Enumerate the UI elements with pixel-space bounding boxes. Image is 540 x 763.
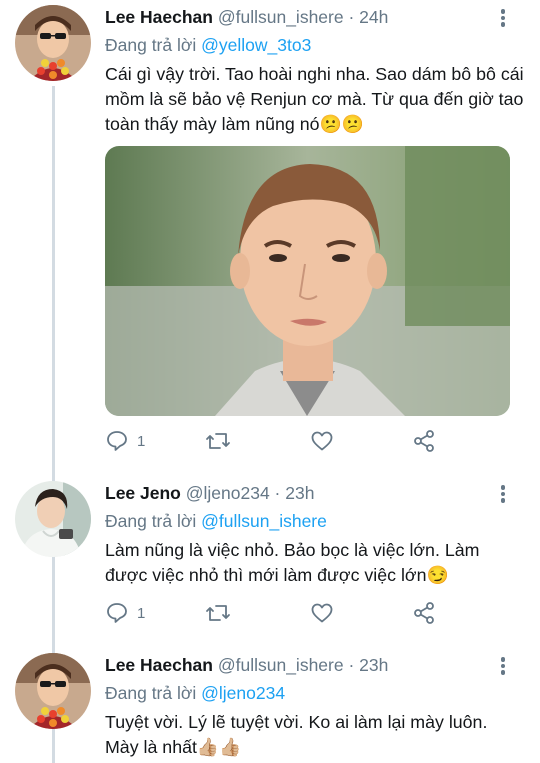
- retweet-icon: [206, 605, 230, 621]
- author-name[interactable]: Lee Haechan: [105, 7, 213, 27]
- separator: ·: [343, 7, 360, 27]
- like-icon: [311, 431, 333, 451]
- reply-to-link[interactable]: @ljeno234: [201, 683, 285, 703]
- tweet-1[interactable]: Lee Haechan @fullsun_ishere · 24h Đang t…: [0, 5, 540, 455]
- reply-count: 1: [137, 432, 146, 450]
- retweet-button[interactable]: [205, 599, 231, 627]
- tweet-header: Lee Haechan @fullsun_ishere · 23h: [105, 653, 388, 677]
- tweet-header: Lee Haechan @fullsun_ishere · 24h: [105, 5, 388, 29]
- reply-to-link[interactable]: @fullsun_ishere: [201, 511, 327, 531]
- like-button[interactable]: [310, 427, 334, 455]
- more-options-icon[interactable]: [500, 485, 506, 503]
- author-handle[interactable]: @ljeno234: [186, 483, 270, 503]
- tweet-header: Lee Jeno @ljeno234 · 23h: [105, 481, 314, 505]
- separator: ·: [269, 483, 286, 503]
- tweet-2[interactable]: Lee Jeno @ljeno234 · 23h Đang trả lời @f…: [0, 481, 540, 631]
- timestamp[interactable]: 23h: [285, 483, 314, 503]
- author-handle[interactable]: @fullsun_ishere: [218, 7, 344, 27]
- more-options-icon[interactable]: [500, 9, 506, 27]
- retweet-icon: [206, 433, 230, 449]
- reply-prefix: Đang trả lời: [105, 683, 197, 703]
- reply-prefix: Đang trả lời: [105, 35, 197, 55]
- replying-to: Đang trả lời @fullsun_ishere: [105, 509, 327, 533]
- share-button[interactable]: [412, 427, 436, 455]
- author-handle[interactable]: @fullsun_ishere: [218, 655, 344, 675]
- tweet-text: Làm nũng là việc nhỏ. Bảo bọc là việc lớ…: [105, 540, 480, 585]
- reply-button[interactable]: 1: [105, 427, 145, 455]
- tweet-actions: 1: [105, 599, 525, 627]
- author-name[interactable]: Lee Jeno: [105, 483, 181, 503]
- tweet-text: Cái gì vậy trời. Tao hoài nghi nha. Sao …: [105, 64, 524, 134]
- reply-to-link[interactable]: @yellow_3to3: [201, 35, 311, 55]
- tweet-3[interactable]: Lee Haechan @fullsun_ishere · 23h Đang t…: [0, 653, 540, 763]
- replying-to: Đang trả lời @yellow_3to3: [105, 33, 311, 57]
- timestamp[interactable]: 23h: [359, 655, 388, 675]
- separator: ·: [343, 655, 360, 675]
- reply-icon: [107, 431, 127, 451]
- timestamp[interactable]: 24h: [359, 7, 388, 27]
- avatar[interactable]: [15, 481, 91, 557]
- retweet-button[interactable]: [205, 427, 231, 455]
- reply-prefix: Đang trả lời: [105, 511, 197, 531]
- tweet-image[interactable]: [105, 146, 510, 416]
- like-button[interactable]: [310, 599, 334, 627]
- like-icon: [311, 603, 333, 623]
- share-icon: [414, 602, 434, 624]
- author-name[interactable]: Lee Haechan: [105, 655, 213, 675]
- tweet-actions: 1: [105, 427, 525, 455]
- avatar[interactable]: [15, 5, 91, 81]
- more-options-icon[interactable]: [500, 657, 506, 675]
- reply-icon: [107, 603, 127, 623]
- share-button[interactable]: [412, 599, 436, 627]
- reply-button[interactable]: 1: [105, 599, 145, 627]
- reply-count: 1: [137, 604, 146, 622]
- avatar[interactable]: [15, 653, 91, 729]
- tweet-text: Tuyệt vời. Lý lẽ tuyệt vời. Ko ai làm lạ…: [105, 712, 488, 757]
- replying-to: Đang trả lời @ljeno234: [105, 681, 285, 705]
- share-icon: [414, 430, 434, 452]
